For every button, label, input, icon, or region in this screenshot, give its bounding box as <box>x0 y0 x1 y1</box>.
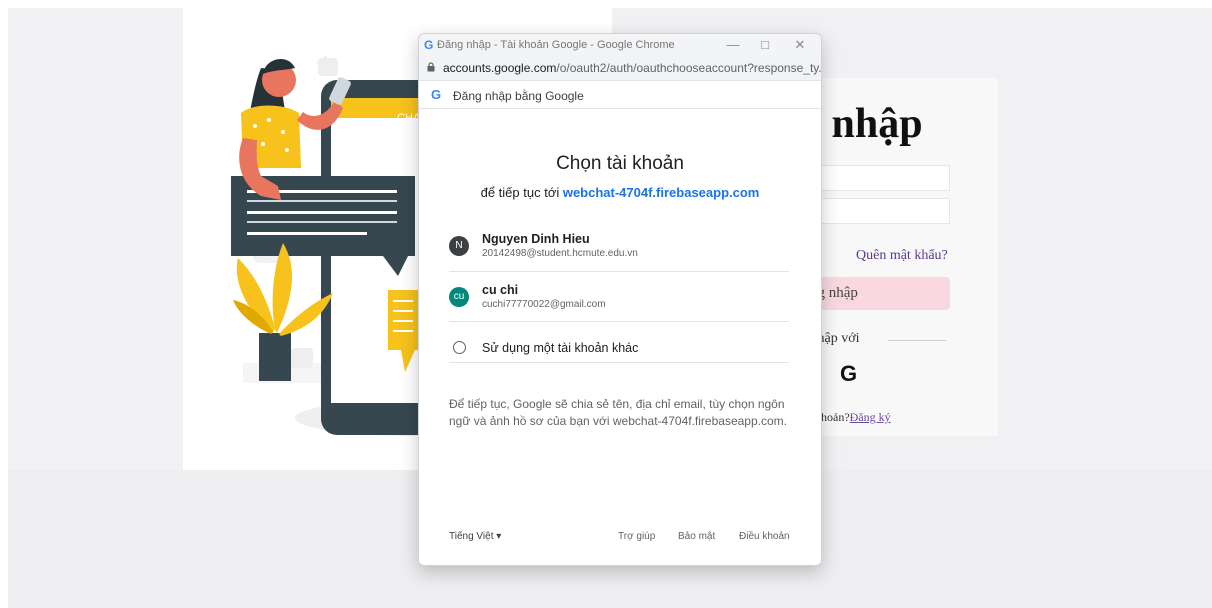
minimize-icon[interactable]: — <box>725 37 741 52</box>
divider <box>449 271 789 272</box>
login-with-divider <box>888 340 946 341</box>
google-signin-popup: G Đăng nhập - Tài khoản Google - Google … <box>418 33 822 566</box>
help-link[interactable]: Trợ giúp <box>618 531 655 542</box>
avatar: cu <box>449 287 469 307</box>
language-label: Tiếng Việt <box>449 531 494 542</box>
avatar: N <box>449 236 469 256</box>
forgot-password-link[interactable]: Quên mật khẩu? <box>856 248 948 264</box>
password-input[interactable] <box>800 198 950 224</box>
use-another-account[interactable]: Sử dụng một tài khoản khác <box>449 328 789 370</box>
login-button[interactable]: ng nhập <box>800 277 950 310</box>
divider <box>449 321 789 322</box>
username-input[interactable] <box>800 165 950 191</box>
lock-icon <box>427 62 435 72</box>
url-domain: accounts.google.com <box>443 61 557 75</box>
privacy-disclaimer: Để tiếp tục, Google sẽ chia sẻ tên, địa … <box>449 397 787 428</box>
account-email: cuchi77770022@gmail.com <box>482 299 606 310</box>
google-favicon-icon: G <box>424 38 434 52</box>
signin-header: G Đăng nhập bằng Google <box>419 81 821 109</box>
use-another-account-label: Sử dụng một tài khoản khác <box>482 341 639 355</box>
maximize-icon[interactable]: □ <box>757 37 773 52</box>
url-path: /o/oauth2/auth/oauthchooseaccount?respon… <box>556 61 822 75</box>
language-selector[interactable]: Tiếng Việt ▾ <box>449 531 501 542</box>
address-bar[interactable]: accounts.google.com/o/oauth2/auth/oauthc… <box>419 56 821 81</box>
url-text: accounts.google.com/o/oauth2/auth/oauthc… <box>443 61 822 75</box>
divider <box>449 362 789 363</box>
signin-header-text: Đăng nhập bằng Google <box>453 89 584 103</box>
account-name: Nguyen Dinh Hieu <box>482 232 590 246</box>
window-title: Đăng nhập - Tài khoản Google - Google Ch… <box>437 39 675 51</box>
google-logo-icon: G <box>431 87 442 102</box>
google-icon[interactable]: G <box>840 361 857 387</box>
account-item[interactable]: N Nguyen Dinh Hieu 20142498@student.hcmu… <box>449 226 789 268</box>
account-email: 20142498@student.hcmute.edu.vn <box>482 248 638 259</box>
continue-prefix: để tiếp tục tới <box>480 185 563 200</box>
continue-to-text: để tiếp tục tới webchat-4704f.firebaseap… <box>419 185 821 200</box>
caret-down-icon: ▾ <box>496 531 502 542</box>
signup-link[interactable]: Đăng ký <box>850 410 891 424</box>
account-item[interactable]: cu cu chi cuchi77770022@gmail.com <box>449 277 789 319</box>
terms-link[interactable]: Điều khoản <box>739 531 790 542</box>
account-circle-icon <box>453 341 466 354</box>
choose-account-title: Chọn tài khoản <box>556 153 684 174</box>
continue-app-link[interactable]: webchat-4704f.firebaseapp.com <box>563 185 760 200</box>
close-icon[interactable]: ✕ <box>792 37 808 53</box>
account-name: cu chi <box>482 283 519 297</box>
window-titlebar: G Đăng nhập - Tài khoản Google - Google … <box>419 34 821 56</box>
privacy-link[interactable]: Bảo mật <box>678 531 715 542</box>
